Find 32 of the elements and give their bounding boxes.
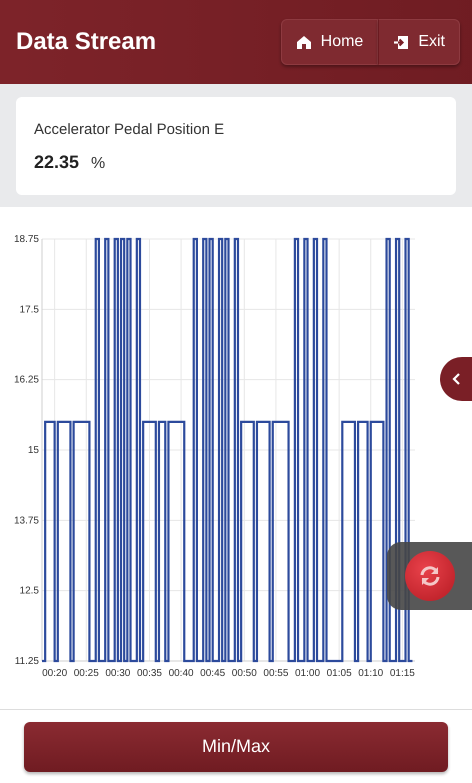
page-title: Data Stream <box>16 28 156 56</box>
home-button[interactable]: Home <box>280 19 378 65</box>
reading-value: 22.35 <box>34 152 80 173</box>
y-tick-label: 16.25 <box>14 374 39 386</box>
x-tick-label: 00:50 <box>232 668 257 679</box>
chevron-left-icon <box>451 372 461 386</box>
home-icon <box>296 34 312 50</box>
x-tick-label: 01:05 <box>326 668 352 679</box>
y-tick-label: 13.75 <box>14 515 39 526</box>
x-tick-label: 01:10 <box>358 668 384 679</box>
x-tick-label: 00:55 <box>263 668 288 679</box>
x-tick-label: 00:20 <box>42 668 68 679</box>
x-tick-label: 01:00 <box>295 668 320 679</box>
exit-button[interactable]: Exit <box>378 19 460 65</box>
side-panel-tab[interactable] <box>440 357 472 401</box>
y-tick-label: 17.5 <box>20 304 39 316</box>
y-tick-label: 18.75 <box>14 234 39 245</box>
y-tick-label: 15 <box>28 445 39 456</box>
x-tick-label: 00:40 <box>168 668 194 679</box>
refresh-button[interactable] <box>404 551 454 601</box>
reading-name: Accelerator Pedal Position E <box>34 121 226 138</box>
y-tick-label: 11.25 <box>14 656 39 667</box>
x-tick-label: 00:45 <box>200 668 226 679</box>
x-tick-label: 00:30 <box>105 668 130 679</box>
min-max-button[interactable]: Min/Max <box>24 722 448 772</box>
exit-icon <box>393 34 410 50</box>
refresh-icon <box>418 564 442 588</box>
x-tick-label: 00:35 <box>136 668 162 679</box>
x-tick-label: 01:15 <box>390 668 415 679</box>
reading-unit: % <box>91 155 106 173</box>
x-tick-label: 00:25 <box>74 668 99 679</box>
y-tick-label: 12.5 <box>20 586 39 597</box>
